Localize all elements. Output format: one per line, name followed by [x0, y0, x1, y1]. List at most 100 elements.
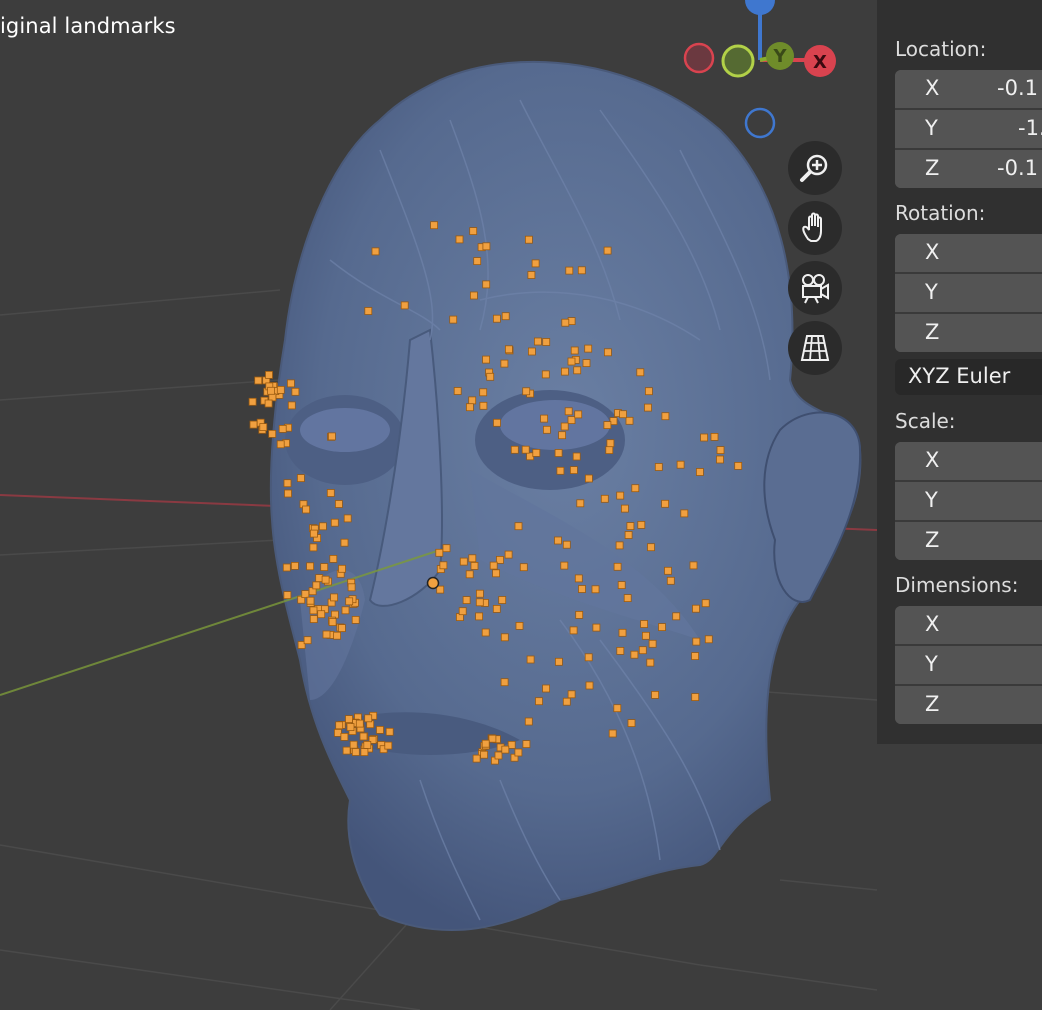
- dimensions-x-axis: X: [925, 612, 940, 636]
- landmark-point: [317, 610, 326, 619]
- landmark-point: [603, 421, 612, 430]
- landmark-point: [321, 575, 330, 584]
- landmark-point: [309, 543, 318, 552]
- landmark-point: [430, 221, 439, 230]
- landmark-point: [500, 633, 509, 642]
- landmark-point: [526, 655, 535, 664]
- landmark-point: [330, 593, 339, 602]
- dimensions-z-field[interactable]: Z: [895, 686, 1042, 724]
- landmark-point: [524, 717, 533, 726]
- landmark-point: [455, 235, 464, 244]
- landmark-point: [351, 616, 360, 624]
- landmark-point: [574, 410, 583, 419]
- landmark-point: [312, 581, 321, 590]
- landmark-point: [624, 531, 633, 539]
- landmark-point: [333, 631, 342, 640]
- landmark-point: [554, 536, 562, 545]
- landmark-point: [646, 658, 655, 667]
- landmark-point: [578, 585, 586, 593]
- rotation-title: Rotation:: [895, 201, 986, 225]
- location-z-field[interactable]: Z -0.1: [895, 150, 1042, 188]
- y-axis-label: Y: [772, 46, 787, 67]
- landmark-point: [335, 721, 344, 730]
- landmark-point: [519, 563, 528, 572]
- landmark-point: [482, 242, 491, 251]
- dimensions-x-field[interactable]: X: [895, 606, 1042, 646]
- landmark-point: [648, 639, 657, 648]
- landmark-point: [564, 407, 573, 416]
- dimensions-y-axis: Y: [925, 652, 938, 676]
- landmark-point: [575, 611, 584, 619]
- landmark-point: [569, 626, 578, 635]
- landmark-point: [371, 247, 380, 256]
- scale-x-field[interactable]: X: [895, 442, 1042, 482]
- scale-y-field[interactable]: Y: [895, 482, 1042, 522]
- landmark-point: [528, 347, 536, 356]
- properties-sidebar: Location: X -0.1 Y -1.0 Z -0.1 Rotation: X8…: [877, 0, 1042, 744]
- rotation-x-field[interactable]: X8: [895, 234, 1042, 274]
- landmark-point: [459, 557, 468, 566]
- landmark-point: [561, 318, 570, 327]
- landmark-point: [278, 424, 287, 433]
- landmark-point: [710, 432, 719, 441]
- landmark-point: [603, 246, 612, 255]
- landmark-point: [661, 499, 669, 508]
- landmark-point: [351, 748, 360, 756]
- dimensions-y-field[interactable]: Y: [895, 646, 1042, 686]
- rotation-z-axis: Z: [925, 320, 940, 344]
- landmark-point: [469, 227, 478, 236]
- landmark-point: [449, 315, 458, 324]
- rotation-z-field[interactable]: Z: [895, 314, 1042, 352]
- camera-view-button[interactable]: [788, 261, 842, 315]
- landmark-point: [525, 235, 533, 244]
- landmark-point: [345, 715, 353, 723]
- landmark-point: [734, 461, 743, 470]
- landmark-point: [384, 741, 393, 750]
- landmark-point: [691, 693, 700, 701]
- landmark-point: [302, 505, 311, 514]
- landmark-point: [480, 750, 489, 759]
- x-axis-label: X: [813, 52, 827, 73]
- landmark-point: [534, 337, 542, 346]
- perspective-toggle-button[interactable]: [788, 321, 842, 375]
- landmark-point: [320, 563, 329, 571]
- scale-z-field[interactable]: Z: [895, 522, 1042, 560]
- scale-y-axis: Y: [925, 488, 938, 512]
- landmark-point: [696, 468, 704, 476]
- landmark-point: [328, 618, 337, 626]
- landmark-point: [627, 719, 636, 727]
- landmark-point: [582, 359, 591, 368]
- landmark-point: [543, 425, 551, 434]
- landmark-point: [626, 522, 635, 530]
- landmark-point: [329, 555, 338, 563]
- landmark-point: [345, 597, 354, 606]
- rotation-mode-dropdown[interactable]: XYZ Euler: [895, 359, 1042, 395]
- landmark-point: [436, 585, 445, 594]
- rotation-y-field[interactable]: Y: [895, 274, 1042, 314]
- landmark-point: [507, 741, 516, 749]
- landmark-point: [672, 612, 681, 621]
- landmark-point: [625, 416, 634, 425]
- location-y-value: -1.0: [1018, 116, 1042, 140]
- landmark-point: [346, 723, 355, 731]
- zoom-button[interactable]: [788, 141, 842, 195]
- landmark-point: [541, 370, 550, 379]
- landmark-point: [661, 412, 670, 421]
- landmark-point: [514, 748, 523, 757]
- pan-button[interactable]: [788, 201, 842, 255]
- location-y-field[interactable]: Y -1.0: [895, 110, 1042, 150]
- landmark-point: [492, 605, 501, 613]
- landmark-point: [616, 647, 625, 655]
- landmark-point: [562, 697, 571, 706]
- landmark-point: [493, 418, 501, 427]
- landmark-point: [521, 445, 530, 454]
- landmark-point: [486, 372, 495, 381]
- landmark-point: [475, 589, 484, 598]
- landmark-point: [567, 416, 576, 425]
- navigation-gizmo[interactable]: Y X: [680, 0, 840, 150]
- landmark-point: [479, 401, 488, 410]
- landmark-point: [716, 446, 725, 455]
- location-x-field[interactable]: X -0.1: [895, 70, 1042, 110]
- landmark-point: [475, 598, 484, 607]
- landmark-point: [306, 596, 315, 605]
